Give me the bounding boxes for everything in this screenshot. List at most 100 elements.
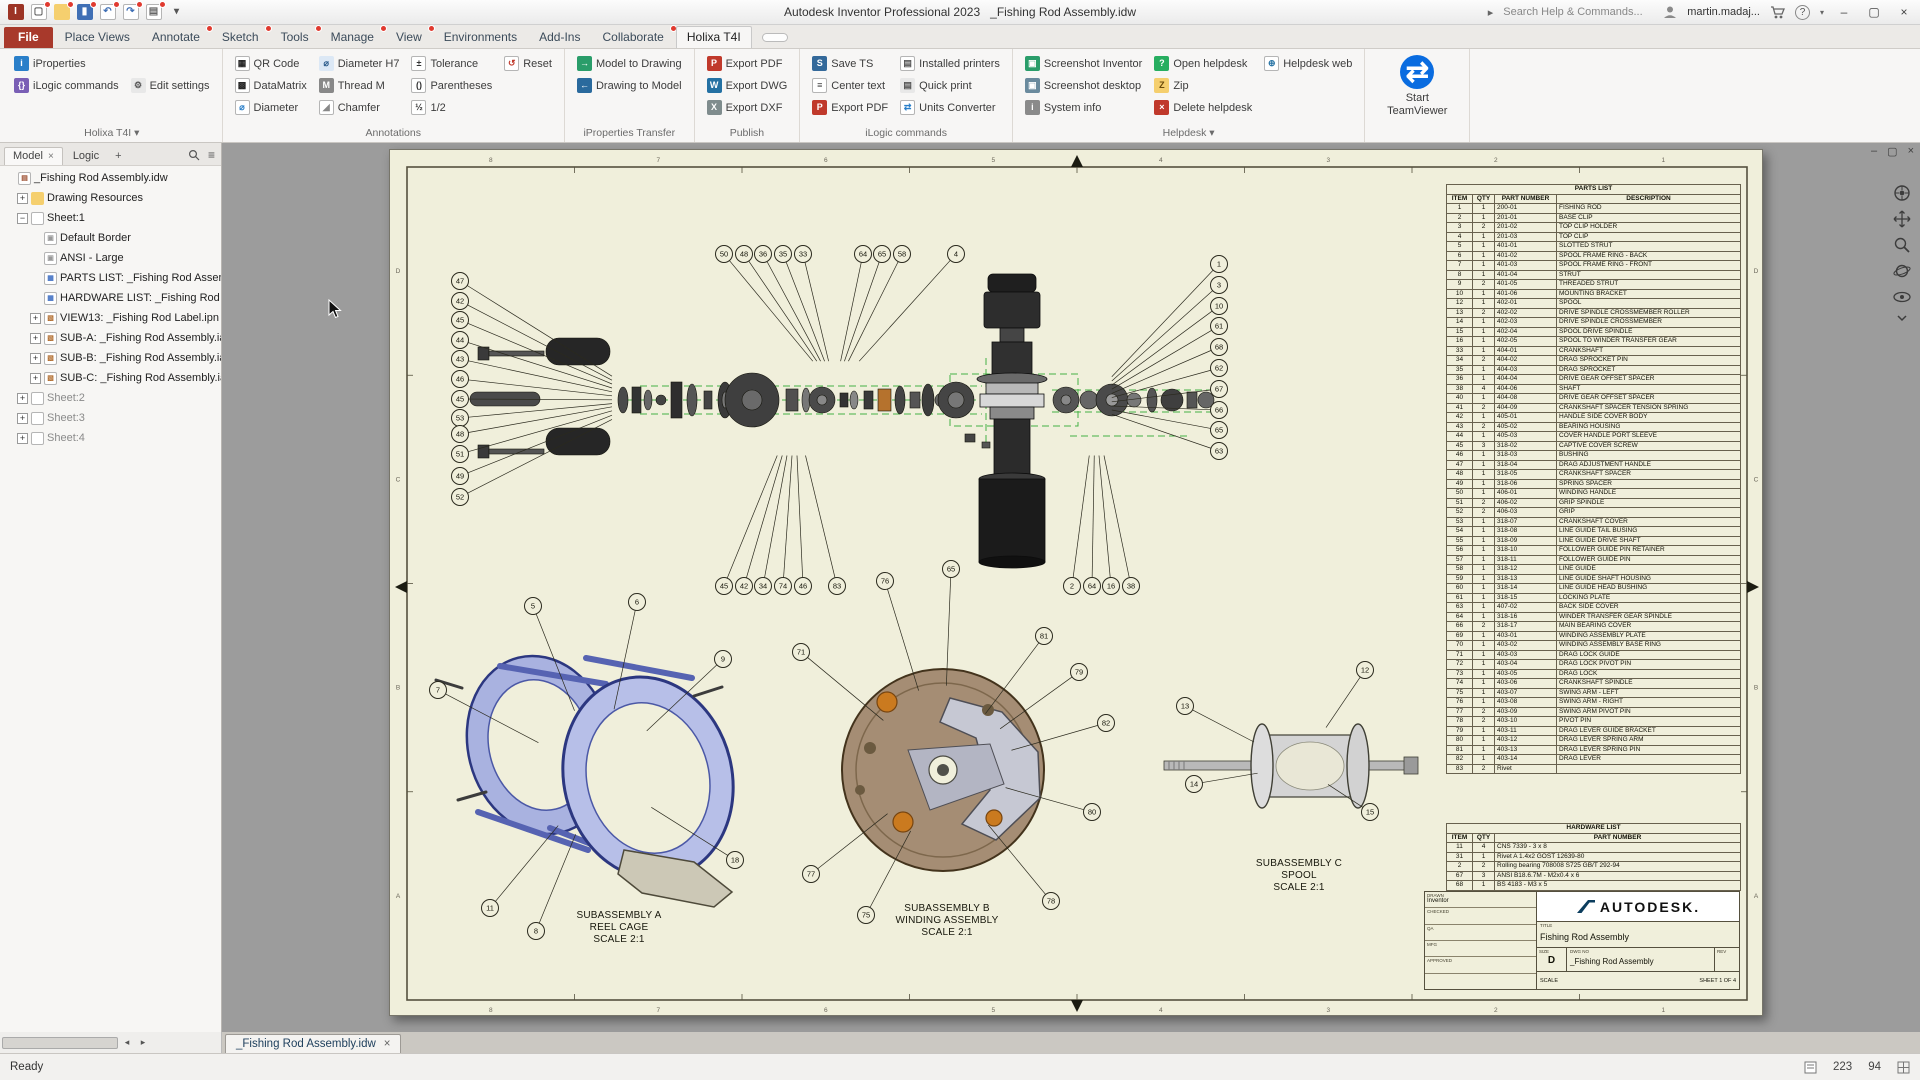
ribbon-button-quick-print[interactable]: ▤Quick print bbox=[896, 75, 1004, 96]
ribbon-button-save-ts[interactable]: SSave TS bbox=[808, 53, 892, 74]
ribbon-button-export-dxf[interactable]: XExport DXF bbox=[703, 97, 792, 118]
ribbon-button-tolerance[interactable]: ±Tolerance bbox=[407, 53, 496, 74]
drawing-sheet[interactable]: 8877665544332211DDCCBBAA4742454443464553… bbox=[389, 149, 1763, 1016]
status-doc-icon[interactable] bbox=[1804, 1061, 1817, 1074]
drawing-canvas[interactable]: – ▢ × bbox=[222, 143, 1920, 1032]
ribbon-button-iproperties[interactable]: iiProperties bbox=[10, 53, 123, 74]
ribbon-button-thread-m[interactable]: MThread M bbox=[315, 75, 404, 96]
new-file-button[interactable]: ▢ bbox=[29, 3, 48, 22]
navbar-more-icon[interactable] bbox=[1892, 313, 1912, 325]
help-search-input[interactable]: Search Help & Commands... bbox=[1503, 6, 1653, 18]
ribbon-button-installed-printers[interactable]: ▤Installed printers bbox=[896, 53, 1004, 74]
ribbon-tab-environments[interactable]: Environments bbox=[434, 27, 527, 48]
ribbon-button-helpdesk-web[interactable]: ⊕Helpdesk web bbox=[1260, 53, 1356, 74]
store-cart-icon[interactable] bbox=[1770, 6, 1785, 19]
ribbon-button-export-dwg[interactable]: WExport DWG bbox=[703, 75, 792, 96]
ribbon-tab-view[interactable]: View bbox=[386, 27, 432, 48]
zoom-icon[interactable] bbox=[1892, 235, 1912, 255]
ribbon-tab-holixa-t4i[interactable]: Holixa T4I bbox=[676, 26, 752, 48]
scroll-right-icon[interactable]: ▸ bbox=[136, 1037, 150, 1048]
browser-item-sheet-3[interactable]: +Sheet:3 bbox=[0, 408, 221, 428]
ribbon-tab-annotate[interactable]: Annotate bbox=[142, 27, 210, 48]
browser-item-fishing-rod-assembly-idw[interactable]: ▤_Fishing Rod Assembly.idw bbox=[0, 168, 221, 188]
tree-expander-icon[interactable]: − bbox=[17, 213, 28, 224]
undo-button[interactable]: ↶ bbox=[98, 3, 117, 22]
ribbon-button-1-2[interactable]: ½1/2 bbox=[407, 97, 496, 118]
ribbon-panel-label-helpdesk[interactable]: Helpdesk ▾ bbox=[1013, 124, 1364, 142]
ribbon-tab-place-views[interactable]: Place Views bbox=[55, 27, 140, 48]
ribbon-button-edit-settings[interactable]: ⚙Edit settings bbox=[127, 75, 214, 96]
browser-search-icon[interactable] bbox=[188, 149, 200, 161]
browser-add-tab-button[interactable]: + bbox=[109, 150, 127, 165]
help-dropdown-icon[interactable]: ▾ bbox=[1820, 8, 1824, 17]
browser-item-sheet-4[interactable]: +Sheet:4 bbox=[0, 428, 221, 448]
ribbon-tab-tools[interactable]: Tools bbox=[271, 27, 319, 48]
browser-item-sheet-2[interactable]: +Sheet:2 bbox=[0, 388, 221, 408]
help-icon[interactable]: ? bbox=[1795, 5, 1810, 20]
doc-restore-icon[interactable]: ▢ bbox=[1887, 145, 1897, 158]
tree-expander-icon[interactable]: + bbox=[30, 313, 41, 324]
scrollbar-thumb[interactable] bbox=[2, 1037, 118, 1049]
ribbon-tab-collaborate[interactable]: Collaborate bbox=[592, 27, 673, 48]
browser-item-sub-c-fishing-rod-assembly-iam[interactable]: +▧SUB-C: _Fishing Rod Assembly.iam bbox=[0, 368, 221, 388]
browser-item-drawing-resources[interactable]: +Drawing Resources bbox=[0, 188, 221, 208]
browser-item-ansi-large[interactable]: ▣ANSI - Large bbox=[0, 248, 221, 268]
browser-tab-model[interactable]: Model× bbox=[4, 147, 63, 165]
tree-expander-icon[interactable]: + bbox=[17, 393, 28, 404]
orbit-icon[interactable] bbox=[1892, 261, 1912, 281]
ribbon-button-export-pdf[interactable]: PExport PDF bbox=[703, 53, 792, 74]
status-grid-icon[interactable] bbox=[1897, 1061, 1910, 1074]
print-button[interactable]: ▤ bbox=[144, 3, 163, 22]
ribbon-button-zip[interactable]: ZZip bbox=[1150, 75, 1256, 96]
document-tab-close-icon[interactable]: × bbox=[384, 1038, 391, 1050]
ribbon-button-units-converter[interactable]: ⇄Units Converter bbox=[896, 97, 1004, 118]
navigation-wheel-icon[interactable] bbox=[1892, 183, 1912, 203]
tree-expander-icon[interactable]: + bbox=[17, 413, 28, 424]
tree-expander-icon[interactable]: + bbox=[30, 333, 41, 344]
ribbon-button-chamfer[interactable]: ◢Chamfer bbox=[315, 97, 404, 118]
ribbon-button-export-pdf[interactable]: PExport PDF bbox=[808, 97, 892, 118]
qat-dropdown-button[interactable]: ▾ bbox=[167, 3, 186, 22]
browser-item-hardware-list-fishing-rod-asse[interactable]: ▦HARDWARE LIST: _Fishing Rod Asse bbox=[0, 288, 221, 308]
tree-expander-icon[interactable]: + bbox=[17, 193, 28, 204]
ribbon-tab-file[interactable]: File bbox=[4, 27, 53, 48]
scroll-left-icon[interactable]: ◂ bbox=[120, 1037, 134, 1048]
ribbon-tab-manage[interactable]: Manage bbox=[321, 27, 384, 48]
doc-minimize-icon[interactable]: – bbox=[1871, 145, 1877, 158]
ribbon-button-reset[interactable]: ↺Reset bbox=[500, 53, 556, 74]
browser-item-sub-b-fishing-rod-assembly-iam[interactable]: +▧SUB-B: _Fishing Rod Assembly.iam bbox=[0, 348, 221, 368]
ribbon-button-model-to-drawing[interactable]: →Model to Drawing bbox=[573, 53, 686, 74]
tree-expander-icon[interactable]: + bbox=[30, 353, 41, 364]
minimize-button[interactable]: – bbox=[1834, 5, 1854, 19]
save-button[interactable]: ▮ bbox=[75, 3, 94, 22]
redo-button[interactable]: ↷ bbox=[121, 3, 140, 22]
close-button[interactable]: × bbox=[1894, 5, 1914, 19]
search-expand-icon[interactable]: ▸ bbox=[1488, 6, 1494, 19]
ribbon-button-screenshot-inventor[interactable]: ▣Screenshot Inventor bbox=[1021, 53, 1146, 74]
browser-tab-close-icon[interactable]: × bbox=[48, 151, 54, 162]
tree-expander-icon[interactable]: + bbox=[17, 433, 28, 444]
ribbon-button-ilogic-commands[interactable]: {}iLogic commands bbox=[10, 75, 123, 96]
ribbon-button-diameter-h7[interactable]: ⌀Diameter H7 bbox=[315, 53, 404, 74]
browser-item-view13-fishing-rod-label-ipn[interactable]: +▧VIEW13: _Fishing Rod Label.ipn bbox=[0, 308, 221, 328]
user-name[interactable]: martin.madaj... bbox=[1687, 6, 1760, 18]
browser-item-sub-a-fishing-rod-assembly-iam[interactable]: +▧SUB-A: _Fishing Rod Assembly.iam bbox=[0, 328, 221, 348]
ribbon-button-system-info[interactable]: iSystem info bbox=[1021, 97, 1146, 118]
maximize-button[interactable]: ▢ bbox=[1864, 5, 1884, 19]
ribbon-button-delete-helpdesk[interactable]: ×Delete helpdesk bbox=[1150, 97, 1256, 118]
ribbon-button-start-teamviewer[interactable]: ⇄Start TeamViewer bbox=[1373, 53, 1461, 124]
doc-close-icon[interactable]: × bbox=[1908, 145, 1914, 158]
browser-item-sheet-1[interactable]: −Sheet:1 bbox=[0, 208, 221, 228]
browser-horizontal-scrollbar[interactable]: ◂ ▸ bbox=[0, 1032, 222, 1053]
look-at-icon[interactable] bbox=[1892, 287, 1912, 307]
app-menu-button[interactable]: I bbox=[6, 3, 25, 22]
browser-item-parts-list-fishing-rod-assembly[interactable]: ▦PARTS LIST: _Fishing Rod Assembly bbox=[0, 268, 221, 288]
ribbon-button-screenshot-desktop[interactable]: ▣Screenshot desktop bbox=[1021, 75, 1146, 96]
ribbon-button-datamatrix[interactable]: ▩DataMatrix bbox=[231, 75, 311, 96]
browser-menu-icon[interactable]: ≡ bbox=[208, 148, 215, 162]
ribbon-button-parentheses[interactable]: ()Parentheses bbox=[407, 75, 496, 96]
document-tab[interactable]: _Fishing Rod Assembly.idw × bbox=[225, 1034, 401, 1053]
ribbon-button-qr-code[interactable]: ▦QR Code bbox=[231, 53, 311, 74]
ribbon-button-center-text[interactable]: ≡Center text bbox=[808, 75, 892, 96]
browser-tab-logic[interactable]: Logic bbox=[65, 148, 107, 165]
